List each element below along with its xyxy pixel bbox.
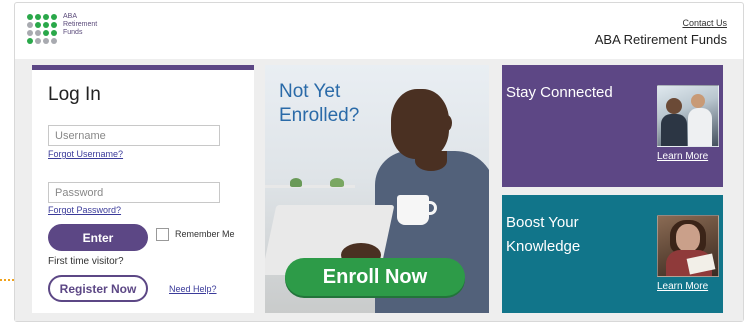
logo-dots-icon [27, 14, 57, 44]
stay-connected-learn-more-link[interactable]: Learn More [657, 151, 708, 162]
logo-line-1: ABA [63, 13, 78, 20]
password-input[interactable] [48, 182, 220, 203]
main-content: Log In Forgot Username? Forgot Password?… [15, 59, 743, 321]
plant-decoration [290, 178, 302, 187]
contact-us-link[interactable]: Contact Us [682, 18, 727, 28]
stay-connected-panel: Stay Connected Learn More [502, 65, 723, 187]
first-time-visitor-text: First time visitor? [48, 256, 124, 267]
login-card: Log In Forgot Username? Forgot Password?… [32, 65, 254, 313]
colleagues-photo [657, 85, 719, 147]
forgot-username-link[interactable]: Forgot Username? [48, 149, 123, 159]
enroll-now-button[interactable]: Enroll Now [285, 258, 465, 296]
remember-me-checkbox[interactable] [156, 228, 169, 241]
man-head-image [391, 89, 449, 159]
login-title: Log In [48, 84, 101, 105]
page-frame: ABA Retirement Funds Contact Us ABA Reti… [14, 2, 744, 322]
enroll-heading-line-1: Not Yet [279, 81, 341, 102]
stay-connected-title-text: Stay Connected [506, 84, 613, 101]
aba-logo[interactable]: ABA Retirement Funds [27, 13, 97, 44]
boost-title-line-1: Boost Your [506, 214, 579, 231]
enroll-panel: Not Yet Enrolled? Enroll Now [265, 65, 489, 313]
logo-line-3: Funds [63, 29, 83, 36]
boost-knowledge-learn-more-link[interactable]: Learn More [657, 281, 708, 292]
plant-decoration [330, 178, 344, 187]
boost-knowledge-panel: Boost Your Knowledge Learn More [502, 195, 723, 313]
register-now-button[interactable]: Register Now [48, 275, 148, 302]
forgot-password-link[interactable]: Forgot Password? [48, 205, 121, 215]
username-input[interactable] [48, 125, 220, 146]
enter-button[interactable]: Enter [48, 224, 148, 251]
stay-connected-title: Stay Connected [506, 81, 626, 105]
logo-line-2: Retirement [63, 21, 98, 28]
site-header: ABA Retirement Funds Contact Us ABA Reti… [15, 3, 743, 57]
boost-title-line-2: Knowledge [506, 238, 581, 255]
brand-name: ABA Retirement Funds [594, 32, 727, 47]
enroll-heading-line-2: Enrolled? [279, 105, 360, 126]
logo-text: ABA Retirement Funds [63, 13, 97, 44]
need-help-link[interactable]: Need Help? [169, 284, 217, 294]
boost-knowledge-title: Boost Your Knowledge [506, 211, 626, 259]
woman-reading-photo [657, 215, 719, 277]
enroll-heading: Not Yet Enrolled? [279, 80, 389, 128]
remember-me-label: Remember Me [175, 229, 235, 239]
